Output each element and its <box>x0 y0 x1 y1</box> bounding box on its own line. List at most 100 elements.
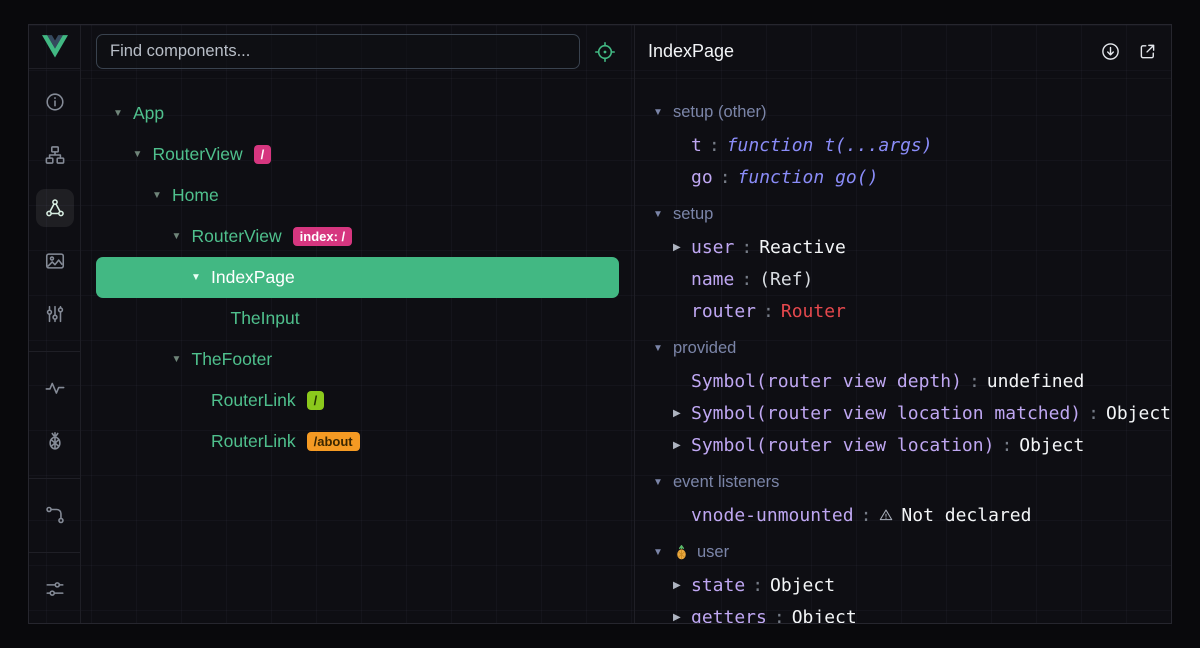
route-badge: / <box>254 145 272 164</box>
key-value-separator: : <box>752 575 763 596</box>
component-name: RouterLink <box>211 390 296 411</box>
tree-item-app[interactable]: ▼ App <box>96 93 619 134</box>
open-in-editor-icon[interactable] <box>1137 41 1158 62</box>
key-value-separator: : <box>709 135 720 156</box>
component-tree-panel: ▼App▼RouterView/▼Home▼RouterViewindex: /… <box>81 25 635 623</box>
component-name: TheFooter <box>192 349 273 370</box>
state-entry: go:function go() <box>653 161 1171 193</box>
tree-item-home[interactable]: ▼Home <box>96 175 619 216</box>
expand-caret-icon[interactable]: ▼ <box>152 190 163 201</box>
state-key: t <box>691 135 702 156</box>
expand-caret-icon[interactable]: ▼ <box>172 354 183 365</box>
section-label: provided <box>673 339 736 358</box>
options-icon[interactable] <box>36 295 74 333</box>
tree-item-routerlink[interactable]: ▼RouterLink/ <box>96 380 619 421</box>
component-tree: ▼App▼RouterView/▼Home▼RouterViewindex: /… <box>81 79 634 623</box>
state-entry[interactable]: ▶Symbol(router view location): Object <box>653 429 1171 461</box>
component-hierarchy-icon[interactable] <box>36 136 74 174</box>
expand-caret-icon[interactable]: ▼ <box>172 231 183 242</box>
rail-divider <box>29 351 80 352</box>
state-entry: name:(Ref) <box>653 263 1171 295</box>
state-entry: vnode-unmounted:Not declared <box>653 499 1171 531</box>
search-input[interactable] <box>96 34 580 69</box>
section-label: event listeners <box>673 473 779 492</box>
state-entry[interactable]: ▶state:Object <box>653 569 1171 601</box>
key-value-separator: : <box>741 237 752 258</box>
inspector-title: IndexPage <box>648 41 734 62</box>
state-value: function go() <box>738 167 879 188</box>
expand-caret-icon[interactable]: ▶ <box>673 408 691 419</box>
section-header-user[interactable]: ▼ user <box>653 535 1171 569</box>
tree-item-routerview[interactable]: ▼RouterViewindex: / <box>96 216 619 257</box>
pinia-icon[interactable] <box>36 422 74 460</box>
section-caret-icon[interactable]: ▼ <box>653 477 666 488</box>
pinia-store-icon <box>673 544 690 561</box>
expand-caret-icon[interactable]: ▶ <box>673 580 691 591</box>
state-key: router <box>691 301 756 322</box>
state-entry: Symbol(router view depth):undefined <box>653 365 1171 397</box>
state-section: ▼providedSymbol(router view depth):undef… <box>653 331 1171 461</box>
state-value: undefined <box>987 371 1085 392</box>
state-entry[interactable]: ▶Symbol(router view location matched):Ob… <box>653 397 1171 429</box>
key-value-separator: : <box>1001 435 1012 456</box>
expand-caret-icon[interactable]: ▶ <box>673 242 691 253</box>
state-value: Object <box>792 607 857 624</box>
state-key: getters <box>691 607 767 624</box>
settings-icon[interactable] <box>36 570 74 608</box>
component-name: App <box>133 103 164 124</box>
section-caret-icon[interactable]: ▼ <box>653 547 666 558</box>
state-entry[interactable]: ▶user:Reactive <box>653 231 1171 263</box>
tree-item-theinput[interactable]: ▼TheInput <box>96 298 619 339</box>
component-name: RouterView <box>192 226 282 247</box>
tree-item-routerlink[interactable]: ▼RouterLink/about <box>96 421 619 462</box>
inspect-component-icon[interactable] <box>593 40 617 64</box>
state-inspector-panel: IndexPage ▼setup (other)t:function t(...… <box>635 25 1171 623</box>
key-value-separator: : <box>720 167 731 188</box>
components-icon[interactable] <box>36 189 74 227</box>
state-section: ▼setup▶user:Reactivename:(Ref)router:Rou… <box>653 197 1171 327</box>
key-value-separator: : <box>969 371 980 392</box>
section-header-event-listeners[interactable]: ▼ event listeners <box>653 465 1171 499</box>
state-value: Object <box>1019 435 1084 456</box>
inspector-header: IndexPage <box>635 25 1171 79</box>
inspector-actions <box>1100 41 1158 62</box>
state-value: Router <box>781 301 846 322</box>
section-header-setup-other-[interactable]: ▼setup (other) <box>653 95 1171 129</box>
section-header-setup[interactable]: ▼setup <box>653 197 1171 231</box>
timeline-icon[interactable] <box>36 369 74 407</box>
route-badge: / <box>307 391 325 410</box>
vue-logo <box>29 25 80 69</box>
scroll-to-component-icon[interactable] <box>1100 41 1121 62</box>
section-label: user <box>697 543 729 562</box>
section-header-provided[interactable]: ▼ provided <box>653 331 1171 365</box>
expand-caret-icon[interactable]: ▶ <box>673 440 691 451</box>
state-entry[interactable]: ▶getters:Object <box>653 601 1171 623</box>
expand-caret-icon[interactable]: ▼ <box>133 149 144 160</box>
section-caret-icon[interactable]: ▼ <box>653 343 666 354</box>
info-icon[interactable] <box>36 83 74 121</box>
rail-divider <box>29 478 80 479</box>
state-entry: router:Router <box>653 295 1171 327</box>
state-key: Symbol(router view location matched) <box>691 403 1081 424</box>
state-key: vnode-unmounted <box>691 505 854 526</box>
section-caret-icon[interactable]: ▼ <box>653 107 666 118</box>
state-key: Symbol(router view location) <box>691 435 994 456</box>
state-key: user <box>691 237 734 258</box>
state-key: name <box>691 269 734 290</box>
tree-item-routerview[interactable]: ▼RouterView/ <box>96 134 619 175</box>
state-entry: t:function t(...args) <box>653 129 1171 161</box>
key-value-separator: : <box>861 505 872 526</box>
state-section: ▼ event listeners vnode-unmounted:Not decl… <box>653 465 1171 531</box>
assets-icon[interactable] <box>36 242 74 280</box>
expand-caret-icon[interactable]: ▶ <box>673 612 691 623</box>
section-caret-icon[interactable]: ▼ <box>653 209 666 220</box>
key-value-separator: : <box>1088 403 1099 424</box>
expand-caret-icon[interactable]: ▼ <box>113 108 124 119</box>
warning-icon <box>878 507 894 523</box>
state-section: ▼setup (other)t:function t(...args)go:fu… <box>653 95 1171 193</box>
tree-item-thefooter[interactable]: ▼ TheFooter <box>96 339 619 380</box>
expand-caret-icon[interactable]: ▼ <box>191 272 202 283</box>
state-key: state <box>691 575 745 596</box>
tree-item-indexpage[interactable]: ▼IndexPage <box>96 257 619 298</box>
router-icon[interactable] <box>36 496 74 534</box>
